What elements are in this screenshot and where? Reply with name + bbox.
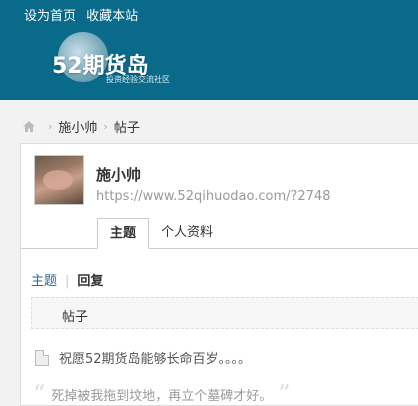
sub-navigation: 主题 | 回复	[31, 270, 103, 289]
reply-quote: “ 死掉被我拖到坟地，再立个墓碑才好。 ”	[33, 382, 291, 406]
tab-profile[interactable]: 个人资料	[149, 218, 225, 249]
quote-open-icon: “	[33, 380, 46, 406]
user-url[interactable]: https://www.52qihuodao.com/?2748	[96, 189, 330, 204]
divider: |	[65, 274, 70, 289]
chevron-right-icon: ›	[103, 120, 108, 133]
home-icon[interactable]	[22, 120, 36, 133]
quote-text: 死掉被我拖到坟地，再立个墓碑才好。	[51, 388, 273, 404]
subnav-replies[interactable]: 回复	[77, 274, 103, 289]
site-header: 设为首页 收藏本站 52期货岛 投资经验交流社区	[0, 0, 418, 100]
set-homepage-link[interactable]: 设为首页	[24, 9, 76, 24]
logo-subtitle: 投资经验交流社区	[106, 75, 170, 84]
breadcrumb-section[interactable]: 帖子	[114, 117, 140, 136]
profile-panel: 施小帅 https://www.52qihuodao.com/?2748 主题 …	[20, 143, 418, 406]
reply-item: 祝愿52期货岛能够长命百岁。。。。	[35, 348, 251, 367]
top-links: 设为首页 收藏本站	[24, 5, 144, 24]
profile-tabs: 主题 个人资料	[21, 218, 418, 249]
quote-close-icon: ”	[278, 380, 291, 406]
thread-row: 帖子	[31, 297, 418, 329]
avatar[interactable]	[34, 155, 84, 205]
reply-text[interactable]: 祝愿52期货岛能够长命百岁。。。。	[59, 348, 251, 367]
breadcrumb: › 施小帅 › 帖子	[22, 117, 140, 136]
subnav-topics[interactable]: 主题	[31, 274, 57, 289]
chevron-right-icon: ›	[48, 120, 53, 133]
user-name[interactable]: 施小帅	[96, 164, 141, 185]
document-icon	[35, 349, 49, 366]
thread-title[interactable]: 帖子	[62, 306, 88, 325]
breadcrumb-user[interactable]: 施小帅	[58, 117, 97, 136]
site-logo[interactable]: 52期货岛 投资经验交流社区	[52, 32, 172, 88]
bookmark-link[interactable]: 收藏本站	[86, 9, 138, 24]
tab-topics[interactable]: 主题	[97, 218, 150, 249]
